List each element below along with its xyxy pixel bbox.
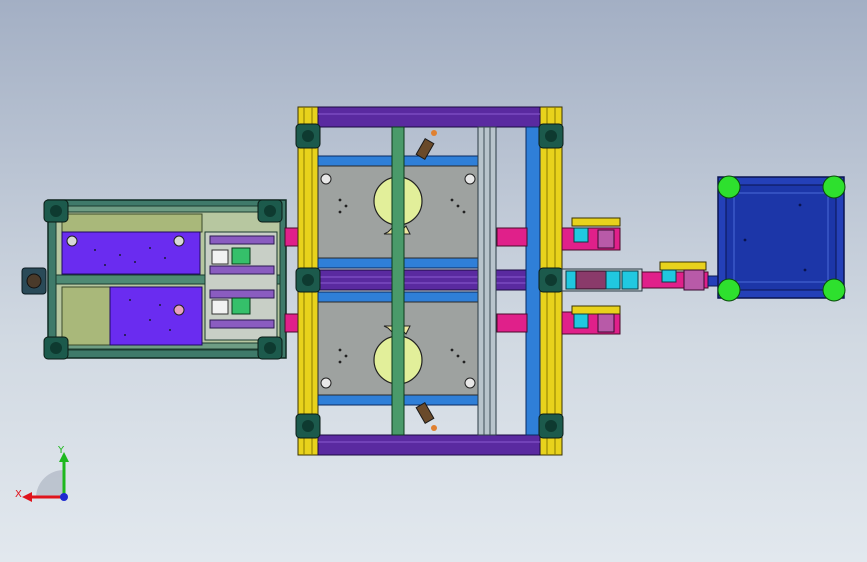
- bracket: [211, 299, 229, 315]
- guide-bar: [391, 126, 405, 436]
- slider-rail: [209, 265, 275, 275]
- cylinder-icon: [415, 402, 437, 431]
- rail-bottom: [317, 434, 541, 456]
- cyan-block: [605, 270, 621, 290]
- caster-wheel-icon: [538, 123, 564, 149]
- bracket: [211, 249, 229, 265]
- caster-wheel-icon: [295, 123, 321, 149]
- cyan-block: [565, 270, 577, 290]
- arm-joint: [683, 269, 705, 291]
- coupler: [284, 313, 300, 333]
- arm-cap: [571, 305, 621, 315]
- bolt-icon: [173, 304, 185, 316]
- slider-rail: [209, 319, 275, 329]
- left-top-rail: [55, 205, 281, 213]
- arm-joint: [597, 313, 615, 333]
- cad-viewport[interactable]: Y X: [0, 0, 867, 562]
- caster-wheel-icon: [295, 267, 321, 293]
- cyan-block: [573, 313, 589, 329]
- center-module: [295, 106, 564, 456]
- bolt-icon: [173, 235, 185, 247]
- bolt-icon: [66, 235, 78, 247]
- caster-wheel-icon: [257, 199, 283, 223]
- tray-inner: [725, 184, 837, 291]
- cylinder-icon: [415, 130, 437, 160]
- x-axis-label: X: [15, 489, 22, 500]
- carrier-bottom: [109, 286, 203, 346]
- wheel-icon: [717, 175, 741, 199]
- rail-middle: [317, 269, 541, 291]
- caster-wheel-icon: [538, 413, 564, 439]
- caster-wheel-icon: [295, 413, 321, 439]
- arm-cap: [571, 217, 621, 227]
- caster-wheel-icon: [538, 267, 564, 293]
- conveyor-belt: [575, 270, 607, 290]
- bolt-icon: [464, 173, 476, 185]
- bolt-icon: [320, 173, 332, 185]
- arm-cap: [659, 261, 707, 271]
- arm-stub: [496, 227, 528, 247]
- wheel-icon: [717, 278, 741, 302]
- arm-stub: [496, 313, 528, 333]
- cyan-block: [621, 270, 639, 290]
- assembly-drawing: Y X: [15, 106, 846, 502]
- caster-wheel-icon: [257, 336, 283, 360]
- olive-plate-top: [61, 213, 203, 233]
- arm-joint: [597, 229, 615, 249]
- sensor-block: [231, 247, 251, 265]
- x-axis-arrow-icon: [22, 492, 32, 502]
- sensor-block: [231, 297, 251, 315]
- bolt-icon: [320, 377, 332, 389]
- left-module: [21, 199, 287, 360]
- coupler: [284, 227, 300, 247]
- wheel-icon: [822, 278, 846, 302]
- blue-column: [525, 126, 541, 436]
- caster-wheel-icon: [43, 199, 69, 223]
- triad-plane: [36, 470, 64, 497]
- linear-guide: [477, 126, 497, 436]
- axis-triad: Y X: [15, 445, 69, 502]
- z-axis-dot-icon: [60, 493, 68, 501]
- cyan-block: [661, 269, 677, 283]
- bolt-icon: [464, 377, 476, 389]
- output-tray: [717, 175, 846, 302]
- slider-rail: [209, 289, 275, 299]
- wheel-icon: [822, 175, 846, 199]
- y-axis-label: Y: [57, 445, 65, 456]
- rail-top: [317, 106, 541, 128]
- cyan-block: [573, 227, 589, 243]
- slider-rail: [209, 235, 275, 245]
- olive-plate-bottom: [61, 286, 111, 346]
- caster-wheel-icon: [43, 336, 69, 360]
- motor-shaft: [26, 273, 42, 289]
